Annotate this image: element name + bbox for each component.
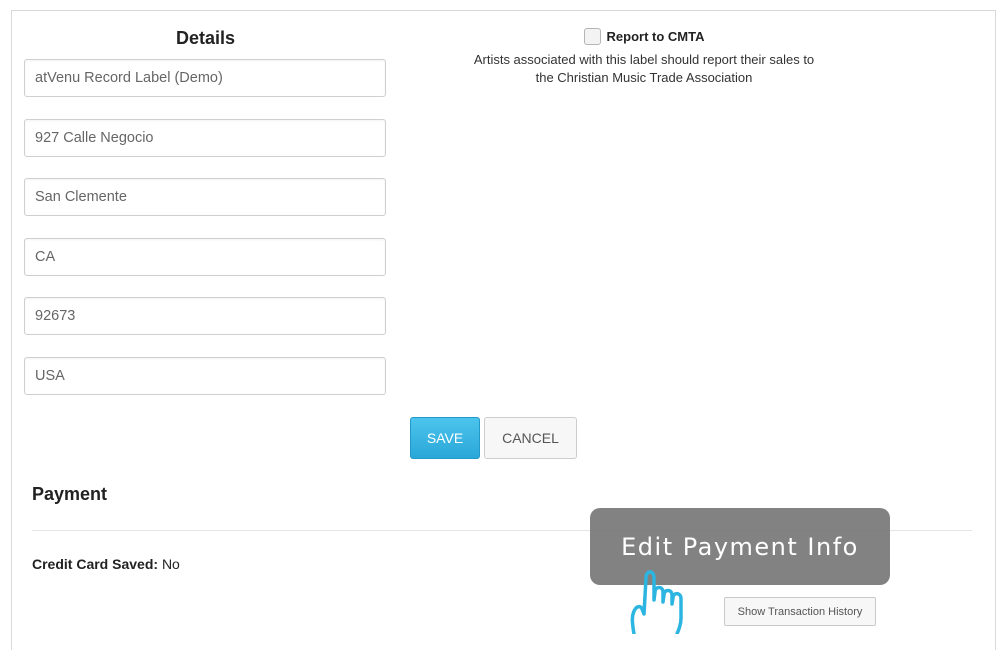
show-transaction-history-button[interactable]: Show Transaction History bbox=[724, 597, 876, 626]
report-cmta-checkbox[interactable] bbox=[583, 28, 601, 45]
pointer-hand-icon bbox=[630, 570, 683, 634]
credit-card-status: Credit Card Saved: No bbox=[32, 556, 180, 572]
cmta-help-line-2: the Christian Music Trade Association bbox=[535, 70, 753, 85]
cmta-section: Report to CMTA Artists associated with t… bbox=[455, 28, 833, 87]
cmta-help-line-1: Artists associated with this label shoul… bbox=[473, 52, 815, 67]
credit-card-saved-value: No bbox=[161, 556, 180, 572]
payment-heading: Payment bbox=[32, 484, 108, 504]
label-name-field[interactable] bbox=[24, 59, 386, 97]
address-field[interactable] bbox=[24, 119, 386, 157]
details-heading: Details bbox=[175, 28, 236, 48]
city-field[interactable] bbox=[24, 178, 386, 216]
cancel-button[interactable]: CANCEL bbox=[484, 417, 577, 459]
save-button[interactable]: SAVE bbox=[410, 417, 480, 459]
credit-card-saved-label: Credit Card Saved: bbox=[32, 556, 159, 572]
report-cmta-label[interactable]: Report to CMTA bbox=[607, 29, 705, 44]
state-field[interactable] bbox=[24, 238, 386, 276]
country-field[interactable] bbox=[24, 357, 386, 395]
cmta-help-text: Artists associated with this label shoul… bbox=[455, 51, 833, 87]
zip-field[interactable] bbox=[24, 297, 386, 335]
